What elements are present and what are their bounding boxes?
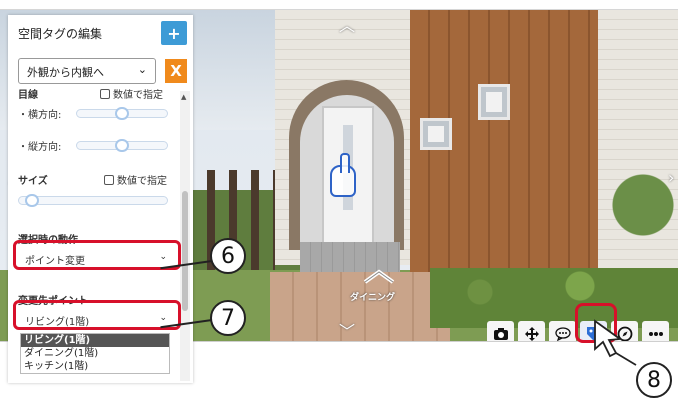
highlight-action: [13, 240, 181, 270]
option-living[interactable]: リビング(1階): [21, 334, 169, 347]
add-button[interactable]: +: [161, 21, 187, 45]
callout-7: 7: [210, 300, 246, 336]
size-slider-knob[interactable]: [25, 194, 39, 207]
move-icon[interactable]: [518, 321, 545, 341]
camera-icon[interactable]: [487, 321, 514, 341]
vertical-label: ・縦方向:: [18, 142, 62, 153]
paving-path: [270, 272, 450, 341]
highlight-target: [13, 300, 181, 330]
size-numeric-checkbox-label: 数値で指定: [117, 176, 167, 187]
panel-scrollbar[interactable]: ▲: [180, 91, 190, 381]
hand-cursor-icon: [330, 153, 356, 197]
checkbox-icon: [104, 175, 114, 185]
navigate-up-icon[interactable]: ︿: [339, 18, 355, 34]
numeric-checkbox-label: 数値で指定: [113, 90, 163, 101]
size-label: サイズ: [18, 176, 48, 187]
numeric-checkbox-top[interactable]: 数値で指定: [100, 89, 163, 101]
horizontal-slider[interactable]: [76, 107, 168, 120]
size-slider[interactable]: [18, 194, 168, 207]
view-select[interactable]: 外観から内観へ ⌄: [18, 58, 156, 84]
comment-icon[interactable]: [549, 321, 576, 341]
option-kitchen[interactable]: キッチン(1階): [21, 360, 169, 373]
option-dining[interactable]: ダイニング(1階): [21, 347, 169, 360]
window-lower: [420, 118, 452, 150]
close-button[interactable]: X: [165, 59, 187, 83]
space-tag-marker-icon[interactable]: [362, 268, 396, 288]
horizontal-label: ・横方向:: [18, 110, 62, 121]
scroll-up-icon[interactable]: ▲: [181, 93, 186, 101]
size-group-label: 目線: [18, 90, 38, 101]
checkbox-icon: [100, 89, 110, 99]
vertical-slider-knob[interactable]: [115, 139, 129, 152]
target-options-list: リビング(1階) ダイニング(1階) キッチン(1階): [20, 333, 170, 374]
navigate-right-icon[interactable]: ›: [668, 170, 674, 186]
view-select-value: 外観から内観へ: [27, 66, 104, 79]
screen: ︿ ﹀ › ‹ ダイニング: [0, 0, 678, 401]
mouse-pointer-icon: [594, 319, 637, 366]
window-upper: [478, 84, 510, 120]
callout-6: 6: [210, 238, 246, 274]
scrollbar-thumb[interactable]: [182, 191, 188, 311]
space-tag-label: ダイニング: [350, 293, 396, 303]
chevron-down-icon: ⌄: [137, 63, 147, 76]
size-numeric-checkbox[interactable]: 数値で指定: [104, 172, 167, 187]
navigate-down-icon[interactable]: ﹀: [339, 324, 355, 340]
tree: [608, 140, 678, 270]
more-icon[interactable]: [642, 321, 669, 341]
panel-title: 空間タグの編集: [18, 27, 103, 41]
horizontal-slider-knob[interactable]: [115, 107, 129, 120]
vertical-slider[interactable]: [76, 139, 168, 152]
